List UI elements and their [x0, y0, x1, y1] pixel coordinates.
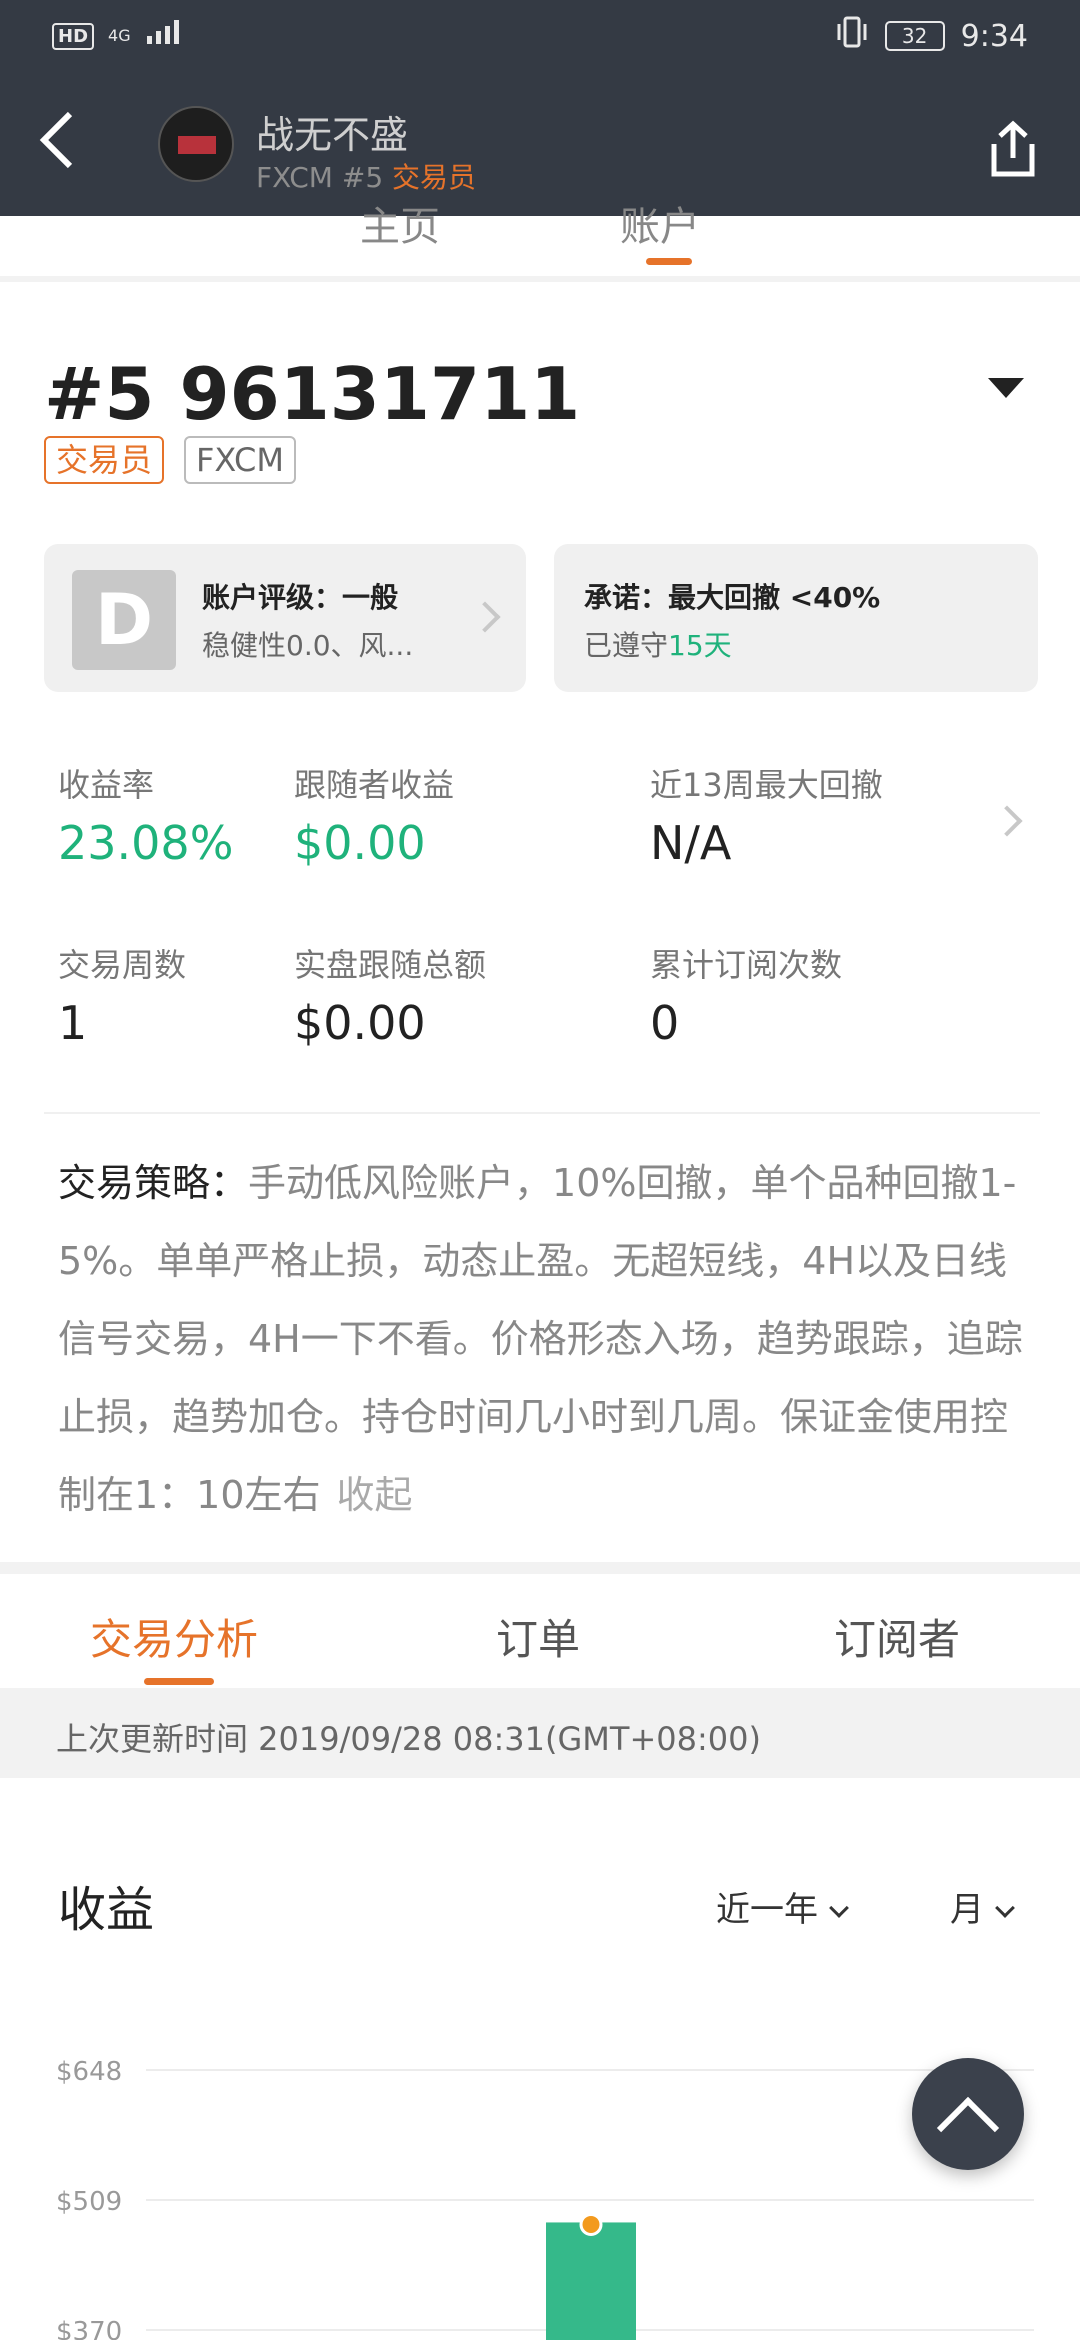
strategy-body: 手动低风险账户，10%回撤，单个品种回撤1-5%。单单严格止损，动态止盈。无超短… — [58, 1161, 1023, 1517]
update-bar: 上次更新时间 2019/09/28 08:31(GMT+08:00) — [0, 1690, 1080, 1778]
divider — [44, 1112, 1040, 1114]
y-tick-label: $648 — [56, 2057, 122, 2087]
avatar-logo — [178, 136, 216, 154]
role-tag: 交易员 — [44, 436, 165, 484]
role-label: 交易员 — [392, 161, 477, 194]
tab-home[interactable]: 主页 — [360, 194, 440, 252]
chart-point-marker — [579, 2212, 603, 2236]
back-button[interactable] — [36, 110, 92, 180]
last-update-text: 上次更新时间 2019/09/28 08:31(GMT+08:00) — [56, 1720, 761, 1758]
commitment-title: 承诺：最大回撤 <40% — [584, 581, 881, 614]
hd-indicator: HD — [52, 22, 95, 50]
scroll-top-button[interactable] — [912, 2058, 1024, 2170]
share-button[interactable] — [986, 120, 1040, 178]
status-bar: HD 4G 32 9:34 — [0, 0, 1080, 74]
page-subtitle: FXCM #5 交易员 — [256, 156, 476, 196]
tab-indicator — [144, 1678, 214, 1685]
chevron-down-icon — [995, 1898, 1015, 1918]
commitment-prefix: 已遵守 — [584, 629, 669, 662]
commitment-subtitle: 已遵守15天 — [584, 624, 732, 664]
commitment-days: 15天 — [668, 629, 732, 662]
stat-label-subscriptions: 累计订阅次数 — [650, 946, 843, 984]
chevron-left-icon — [39, 111, 73, 169]
stat-value-follower-profit: $0.00 — [294, 816, 426, 870]
page-title: 战无不盛 — [256, 113, 409, 157]
rating-badge: D — [72, 570, 176, 670]
account-card: #5 96131711 交易员 FXCM D 账户评级：一般 稳健性0.0、风.… — [0, 282, 1080, 1562]
range-select-label: 近一年 — [716, 1890, 818, 1930]
strategy-text: 交易策略：手动低风险账户，10%回撤，单个品种回撤1-5%。单单严格止损，动态止… — [58, 1144, 1038, 1534]
stat-label-return: 收益率 — [58, 766, 155, 804]
tab-trade-analysis[interactable]: 交易分析 — [90, 1606, 258, 1667]
tab-orders[interactable]: 订单 — [496, 1606, 580, 1667]
stat-label-follower-profit: 跟随者收益 — [294, 766, 455, 804]
app-header: HD 4G 32 9:34 战无不盛 FXCM #5 交易员 — [0, 0, 1080, 216]
range-select[interactable]: 近一年 — [716, 1882, 849, 1931]
commitment-card: 承诺：最大回撤 <40% 已遵守15天 — [554, 544, 1038, 692]
y-tick-label: $370 — [56, 2317, 122, 2340]
section-tabs: 交易分析 订单 订阅者 — [0, 1574, 1080, 1688]
period-select-label: 月 — [950, 1890, 984, 1930]
dropdown-icon[interactable] — [988, 378, 1024, 398]
broker-tag: FXCM — [184, 436, 296, 484]
chevron-right-icon — [469, 601, 501, 633]
clock: 9:34 — [960, 18, 1028, 54]
stat-value-weeks: 1 — [58, 996, 88, 1050]
chevron-up-icon — [936, 2096, 1000, 2160]
profit-chart: $648 $509 $370 — [56, 2057, 1034, 2340]
account-id: #5 96131711 — [44, 352, 581, 436]
stat-label-max-drawdown: 近13周最大回撤 — [650, 766, 883, 804]
tab-subscribers[interactable]: 订阅者 — [834, 1606, 960, 1667]
stat-label-follow-total: 实盘跟随总额 — [294, 946, 487, 984]
share-icon — [991, 120, 1035, 177]
signal-icon: 4G — [108, 26, 131, 45]
stats-chevron-icon[interactable] — [991, 805, 1023, 837]
strategy-lead: 交易策略： — [58, 1161, 249, 1205]
vibrate-icon — [835, 16, 869, 56]
signal-bars-icon — [145, 18, 185, 54]
chart-bar[interactable] — [546, 2222, 636, 2340]
avatar[interactable] — [158, 106, 234, 182]
rating-card[interactable]: D 账户评级：一般 稳健性0.0、风... — [44, 544, 526, 692]
stat-value-return: 23.08% — [58, 816, 234, 870]
stat-label-weeks: 交易周数 — [58, 946, 187, 984]
stat-value-follow-total: $0.00 — [294, 996, 426, 1050]
tab-account[interactable]: 账户 — [620, 194, 700, 252]
battery-icon: 32 — [884, 21, 945, 51]
period-select[interactable]: 月 — [950, 1882, 1015, 1931]
profit-chart-section: 收益 近一年 月 $648 $509 $370 — [0, 1778, 1080, 2340]
rating-subtitle: 稳健性0.0、风... — [202, 629, 414, 662]
collapse-link[interactable]: 收起 — [337, 1473, 413, 1517]
y-tick-label: $509 — [56, 2187, 122, 2217]
rating-title: 账户评级：一般 — [202, 581, 399, 614]
tab-indicator — [646, 258, 692, 265]
broker-rank: FXCM #5 — [256, 161, 393, 194]
chart-title: 收益 — [58, 1882, 155, 1938]
top-tabs: 主页 账户 — [0, 204, 1080, 276]
chevron-down-icon — [829, 1898, 849, 1918]
stat-value-max-drawdown: N/A — [650, 816, 732, 870]
stat-value-subscriptions: 0 — [650, 996, 680, 1050]
